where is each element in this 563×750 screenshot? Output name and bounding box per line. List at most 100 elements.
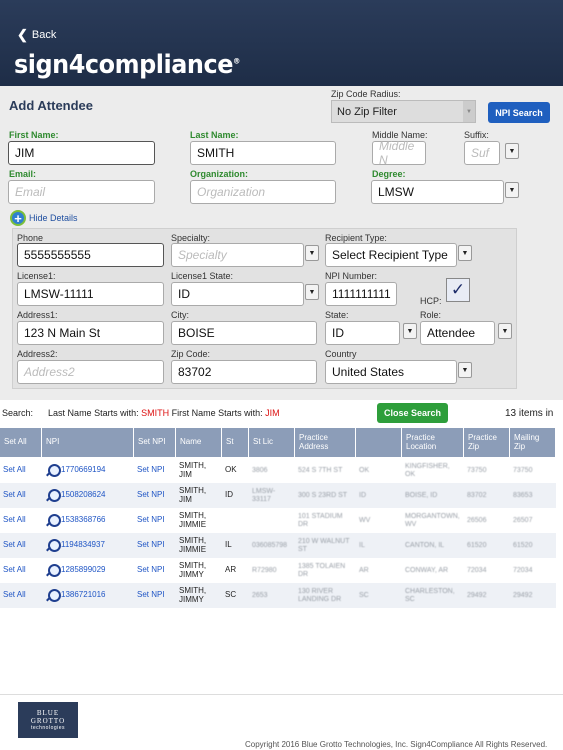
- set-npi-link[interactable]: Set NPI: [134, 508, 176, 533]
- set-all-link[interactable]: Set All: [0, 558, 42, 583]
- back-button[interactable]: ❮ Back: [17, 27, 56, 43]
- column-header[interactable]: Set All: [0, 428, 42, 457]
- set-npi-link-text: Set NPI: [137, 465, 165, 475]
- set-npi-link[interactable]: Set NPI: [134, 533, 176, 558]
- set-all-link[interactable]: Set All: [0, 508, 42, 533]
- state-cell: OK: [222, 458, 249, 483]
- set-npi-link[interactable]: Set NPI: [134, 483, 176, 508]
- copyright-text: Copyright 2016 Blue Grotto Technologies,…: [245, 740, 548, 749]
- mailing-zip-cell-text: 72034: [513, 566, 533, 574]
- back-label: Back: [31, 29, 57, 41]
- state-license-cell-text: LMSW-33117: [252, 488, 276, 503]
- magnifier-icon[interactable]: [45, 538, 61, 553]
- country-input[interactable]: United States: [325, 360, 457, 384]
- npi-number-input[interactable]: 1111111111: [325, 282, 397, 306]
- country-label: Country: [325, 349, 357, 359]
- state-dropdown-button[interactable]: ▼: [403, 323, 417, 339]
- search-status-bar: Search: Last Name Starts with: SMITH Fir…: [0, 400, 563, 426]
- set-all-link[interactable]: Set All: [0, 583, 42, 608]
- column-header: [356, 428, 402, 457]
- suffix-dropdown-button[interactable]: ▼: [505, 143, 519, 159]
- set-npi-link[interactable]: Set NPI: [134, 558, 176, 583]
- state-cell: ID: [222, 483, 249, 508]
- npi-link[interactable]: 1194834937: [42, 533, 134, 558]
- state-cell: IL: [222, 533, 249, 558]
- table-row[interactable]: Set All 1770669194 Set NPI SMITH, JIM OK 3806…: [0, 458, 556, 483]
- set-all-link[interactable]: Set All: [0, 458, 42, 483]
- hcp-label: HCP:: [420, 296, 442, 306]
- mailing-zip-cell-text: 26507: [513, 516, 533, 524]
- search-last-name-value: SMITH: [141, 408, 170, 418]
- table-row[interactable]: Set All 1386721016 Set NPI SMITH, JIMMY SC 26…: [0, 583, 556, 608]
- last-name-label: Last Name:: [190, 130, 239, 140]
- checkmark-icon: ✓: [450, 280, 466, 299]
- license1-input[interactable]: LMSW-11111: [17, 282, 164, 306]
- table-row[interactable]: Set All 1538368766 Set NPI SMITH, JIMMIE 101…: [0, 508, 556, 533]
- state-license-cell: LMSW-33117: [249, 483, 295, 508]
- magnifier-icon[interactable]: [45, 588, 61, 603]
- npi-link[interactable]: 1538368766: [42, 508, 134, 533]
- hcp-checkbox[interactable]: ✓: [446, 278, 470, 302]
- license1-state-input[interactable]: ID: [171, 282, 304, 306]
- first-name-input[interactable]: JIM: [8, 141, 155, 165]
- hide-details-toggle[interactable]: + Hide Details: [10, 210, 78, 226]
- role-dropdown-button[interactable]: ▼: [498, 323, 512, 339]
- npi-link[interactable]: 1770669194: [42, 458, 134, 483]
- state-license-cell-text: 2653: [252, 591, 268, 599]
- last-name-input[interactable]: SMITH: [190, 141, 336, 165]
- city-input[interactable]: BOISE: [171, 321, 317, 345]
- npi-link[interactable]: 1508208624: [42, 483, 134, 508]
- suffix-input[interactable]: Suf: [464, 141, 500, 165]
- organization-input[interactable]: Organization: [190, 180, 336, 204]
- npi-link-text: 1538368766: [61, 515, 106, 525]
- npi-link-text: 1508208624: [61, 490, 106, 500]
- practice-zip-cell: 73750: [464, 458, 510, 483]
- search-summary: Search: Last Name Starts with: SMITH Fir…: [2, 408, 280, 418]
- email-input[interactable]: Email: [8, 180, 155, 204]
- license1-state-dropdown-button[interactable]: ▼: [305, 284, 319, 300]
- middle-name-input[interactable]: Middle N: [372, 139, 426, 167]
- specialty-input[interactable]: Specialty: [171, 243, 304, 267]
- dropdown-arrow-icon: ▼: [406, 327, 414, 335]
- set-npi-link[interactable]: Set NPI: [134, 458, 176, 483]
- first-name-label: First Name:: [9, 130, 59, 140]
- recipient-type-dropdown-button[interactable]: ▼: [458, 245, 472, 261]
- set-all-link[interactable]: Set All: [0, 533, 42, 558]
- state-license-cell-text: 3806: [252, 466, 268, 474]
- magnifier-icon[interactable]: [45, 488, 61, 503]
- role-input[interactable]: Attendee: [420, 321, 495, 345]
- state-input[interactable]: ID: [325, 321, 400, 345]
- magnifier-icon[interactable]: [45, 513, 61, 528]
- table-row[interactable]: Set All 1285899029 Set NPI SMITH, JIMMY AR R7…: [0, 558, 556, 583]
- npi-link[interactable]: 1285899029: [42, 558, 134, 583]
- npi-link-text: 1194834937: [61, 540, 105, 550]
- practice-address-cell-text: 101 STADIUM DR: [298, 513, 343, 528]
- mailing-zip-cell: 61520: [510, 533, 556, 558]
- table-row[interactable]: Set All 1508208624 Set NPI SMITH, JIM ID LMSW…: [0, 483, 556, 508]
- practice-address-cell: 524 S 7TH ST: [295, 458, 356, 483]
- address1-input[interactable]: 123 N Main St: [17, 321, 164, 345]
- degree-dropdown-button[interactable]: ▼: [505, 182, 519, 198]
- close-search-button[interactable]: Close Search: [377, 403, 448, 423]
- state-cell-text: ID: [225, 490, 233, 500]
- degree-input[interactable]: LMSW: [371, 180, 504, 204]
- set-npi-link[interactable]: Set NPI: [134, 583, 176, 608]
- magnifier-icon[interactable]: [45, 563, 61, 578]
- country-dropdown-button[interactable]: ▼: [458, 362, 472, 378]
- npi-search-button[interactable]: NPI Search: [488, 102, 550, 123]
- set-all-link[interactable]: Set All: [0, 483, 42, 508]
- address2-input[interactable]: Address2: [17, 360, 164, 384]
- set-all-link-text: Set All: [3, 515, 26, 525]
- zip-code-input[interactable]: 83702: [171, 360, 317, 384]
- recipient-type-input[interactable]: Select Recipient Type: [325, 243, 457, 267]
- zip-radius-select[interactable]: No Zip Filter ▼: [331, 100, 476, 123]
- magnifier-icon[interactable]: [45, 463, 61, 478]
- npi-link[interactable]: 1386721016: [42, 583, 134, 608]
- state-label: State:: [325, 310, 349, 320]
- phone-input[interactable]: 5555555555: [17, 243, 164, 267]
- table-row[interactable]: Set All 1194834937 Set NPI SMITH, JIMMIE IL 0…: [0, 533, 556, 558]
- search-last-name-text: Last Name Starts with:: [48, 408, 139, 418]
- mailing-zip-cell: 72034: [510, 558, 556, 583]
- specialty-dropdown-button[interactable]: ▼: [305, 245, 319, 261]
- practice-state-cell: OK: [356, 458, 402, 483]
